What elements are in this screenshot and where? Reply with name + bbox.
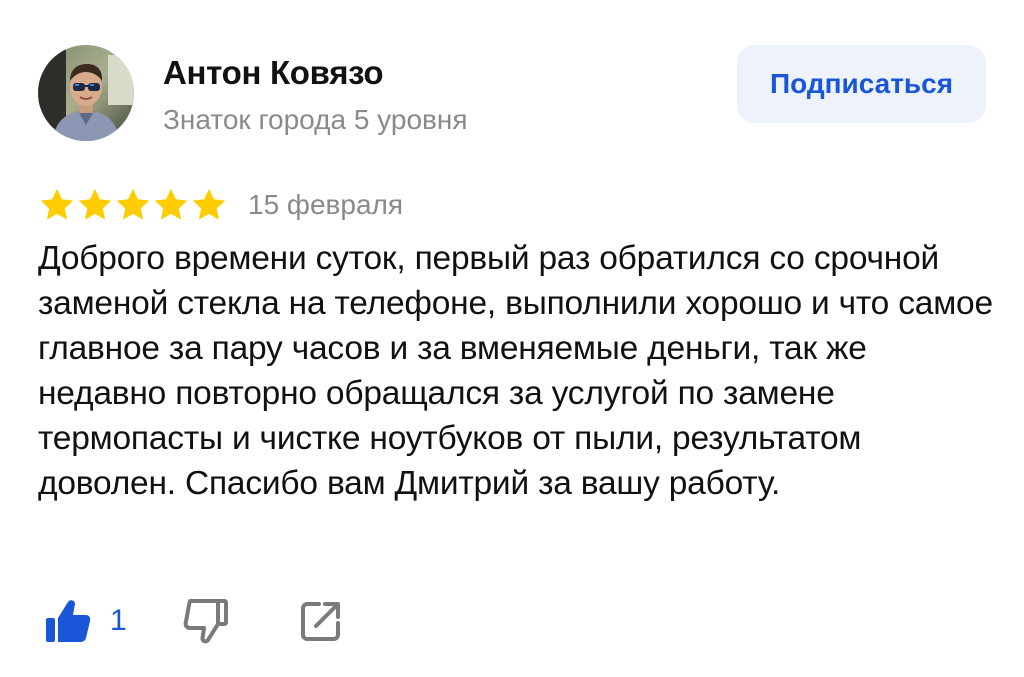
star-icon bbox=[78, 188, 112, 220]
review-date: 15 февраля bbox=[248, 189, 404, 220]
review-actions: 1 bbox=[44, 596, 343, 646]
avatar[interactable] bbox=[38, 45, 134, 141]
share-button[interactable] bbox=[299, 599, 343, 643]
subscribe-button[interactable]: Подписаться bbox=[737, 45, 986, 123]
thumbs-down-icon bbox=[183, 599, 228, 644]
review-text: Доброго времени суток, первый раз обрати… bbox=[38, 240, 993, 502]
thumbs-up-icon bbox=[46, 600, 91, 642]
star-icon bbox=[154, 188, 188, 220]
rating-row: 15 февраля bbox=[38, 183, 403, 227]
review-card: Антон Ковязо Знаток города 5 уровня Подп… bbox=[0, 0, 1024, 677]
avatar-photo bbox=[38, 45, 134, 141]
star-icon bbox=[192, 188, 226, 220]
star-icon bbox=[116, 188, 150, 220]
like-button[interactable]: 1 bbox=[44, 598, 127, 644]
author-name[interactable]: Антон Ковязо bbox=[163, 54, 384, 92]
author-level: Знаток города 5 уровня bbox=[163, 104, 468, 135]
dislike-button[interactable] bbox=[181, 598, 229, 644]
star-icon bbox=[40, 188, 74, 220]
share-icon bbox=[300, 602, 340, 641]
star-rating bbox=[38, 186, 228, 224]
like-count: 1 bbox=[110, 604, 127, 637]
